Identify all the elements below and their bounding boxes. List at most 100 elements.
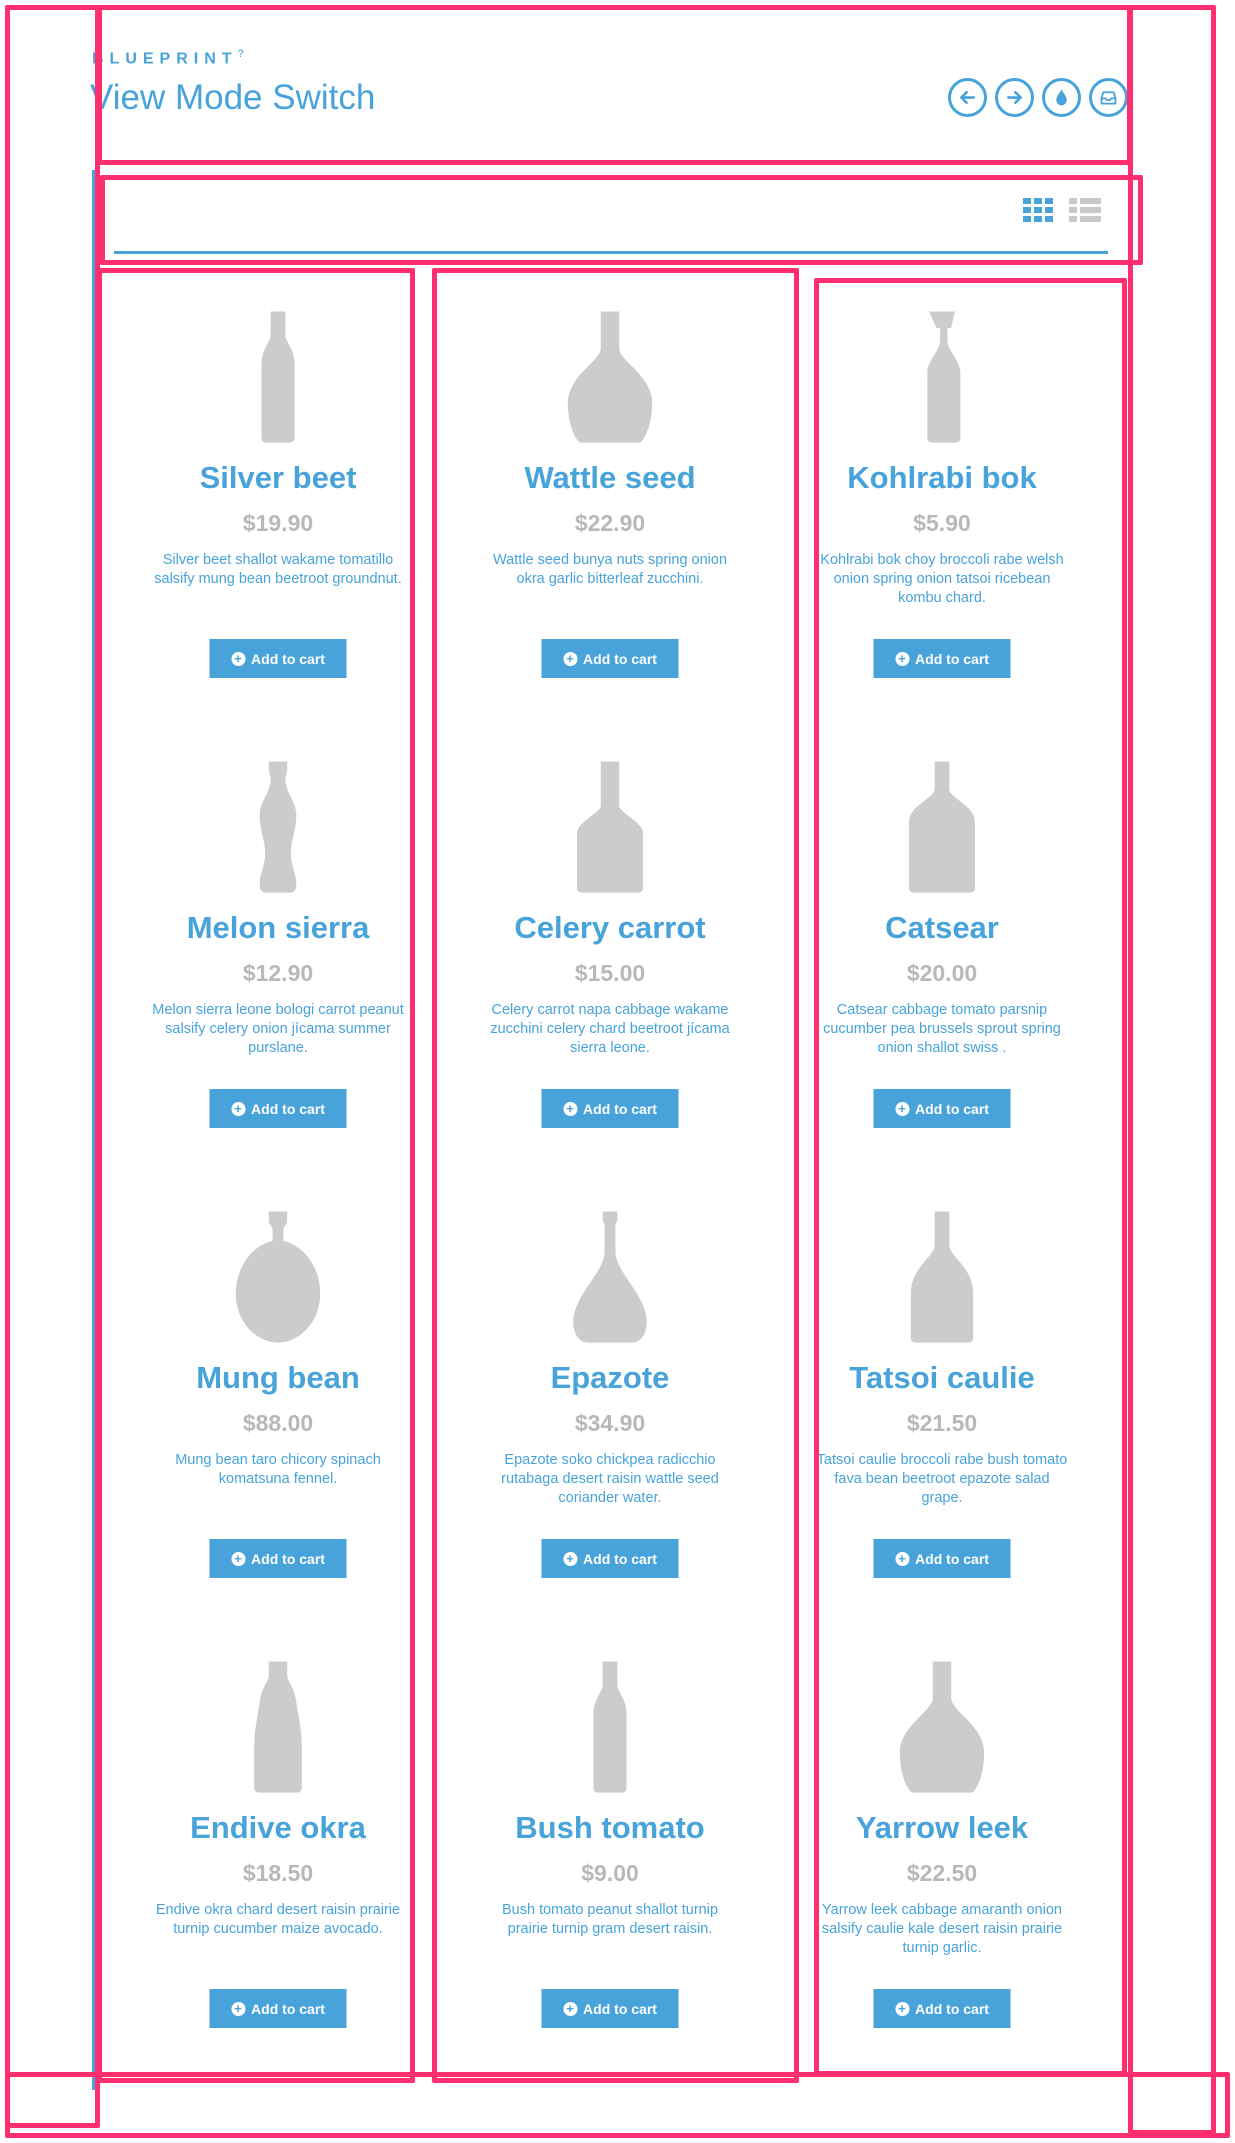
product-name[interactable]: Celery carrot (444, 910, 776, 946)
arrow-right-icon (1007, 90, 1022, 105)
inbox-button[interactable] (1089, 78, 1128, 117)
inbox-icon (1100, 91, 1117, 105)
plus-circle-icon: + (895, 2001, 910, 2016)
product-card: Mung bean $88.00 Mung bean taro chicory sp… (112, 1200, 444, 1650)
bottle-image (887, 1655, 997, 1800)
add-to-cart-button[interactable]: + Add to cart (541, 1539, 679, 1578)
product-name[interactable]: Catsear (776, 910, 1108, 946)
plus-circle-icon: + (563, 651, 578, 666)
product-name[interactable]: Epazote (444, 1360, 776, 1396)
product-description: Epazote soko chickpea radicchio rutabaga… (501, 1452, 719, 1506)
product-name[interactable]: Tatsoi caulie (776, 1360, 1108, 1396)
bottle-image (223, 1205, 333, 1350)
product-description: Kohlrabi bok choy broccoli rabe welsh on… (820, 552, 1064, 606)
product-price: $34.90 (574, 1410, 646, 1436)
header-nav (948, 78, 1128, 117)
help-mark: ? (237, 48, 244, 60)
product-price: $19.90 (242, 510, 314, 536)
add-to-cart-button[interactable]: + Add to cart (873, 1089, 1011, 1128)
list-view-button[interactable] (1069, 198, 1101, 226)
product-name[interactable]: Yarrow leek (776, 1810, 1108, 1846)
next-button[interactable] (995, 78, 1034, 117)
plus-circle-icon: + (895, 1551, 910, 1566)
add-to-cart-label: Add to cart (915, 650, 989, 667)
product-name[interactable]: Wattle seed (444, 460, 776, 496)
product-description: Bush tomato peanut shallot turnip prairi… (501, 1902, 719, 1937)
bottle-image (223, 755, 333, 900)
plus-circle-icon: + (895, 1101, 910, 1116)
add-to-cart-label: Add to cart (915, 1100, 989, 1117)
product-name[interactable]: Endive okra (112, 1810, 444, 1846)
page-title: View Mode Switch (90, 78, 376, 117)
product-description: Wattle seed bunya nuts spring onion okra… (492, 552, 728, 587)
product-card: Yarrow leek $22.50 Yarrow leek cabbage ama… (776, 1650, 1108, 2100)
product-description: Melon sierra leone bologi carrot peanut … (152, 1002, 404, 1056)
product-grid: Silver beet $19.90 Silver beet shallot wak… (112, 300, 1108, 2100)
product-description: Mung bean taro chicory spinach komatsuna… (175, 1452, 381, 1487)
add-to-cart-label: Add to cart (583, 1550, 657, 1567)
grid-view-icon (1023, 198, 1055, 204)
add-to-cart-label: Add to cart (251, 2000, 325, 2017)
product-name[interactable]: Kohlrabi bok (776, 460, 1108, 496)
bottle-image (555, 1655, 665, 1800)
add-to-cart-button[interactable]: + Add to cart (209, 1989, 347, 2028)
overlay-frame (1128, 5, 1216, 2135)
add-to-cart-button[interactable]: + Add to cart (209, 1539, 347, 1578)
drop-icon (1056, 89, 1067, 106)
product-description: Catsear cabbage tomato parsnip cucumber … (823, 1002, 1061, 1056)
plus-circle-icon: + (231, 1101, 246, 1116)
list-view-icon (1069, 207, 1101, 213)
product-name[interactable]: Melon sierra (112, 910, 444, 946)
product-description: Yarrow leek cabbage amaranth onion salsi… (821, 1902, 1063, 1956)
add-to-cart-button[interactable]: + Add to cart (209, 639, 347, 678)
add-to-cart-label: Add to cart (583, 2000, 657, 2017)
product-price: $20.00 (906, 960, 978, 986)
plus-circle-icon: + (563, 2001, 578, 2016)
product-card: Epazote $34.90 Epazote soko chickpea radic… (444, 1200, 776, 1650)
add-to-cart-button[interactable]: + Add to cart (541, 1089, 679, 1128)
add-to-cart-button[interactable]: + Add to cart (209, 1089, 347, 1128)
theme-button[interactable] (1042, 78, 1081, 117)
plus-circle-icon: + (231, 651, 246, 666)
add-to-cart-label: Add to cart (583, 1100, 657, 1117)
add-to-cart-button[interactable]: + Add to cart (541, 1989, 679, 2028)
bottle-image (555, 1205, 665, 1350)
grid-view-button[interactable] (1023, 198, 1055, 226)
product-name[interactable]: Mung bean (112, 1360, 444, 1396)
add-to-cart-label: Add to cart (251, 1100, 325, 1117)
grid-view-icon (1023, 216, 1055, 222)
bottle-image (887, 1205, 997, 1350)
product-card: Tatsoi caulie $21.50 Tatsoi caulie broccol… (776, 1200, 1108, 1650)
bottle-image (555, 755, 665, 900)
product-description: Silver beet shallot wakame tomatillo sal… (154, 552, 402, 587)
arrow-left-icon (960, 90, 975, 105)
product-description: Endive okra chard desert raisin prairie … (155, 1902, 401, 1937)
product-price: $21.50 (906, 1410, 978, 1436)
bottle-image (223, 1655, 333, 1800)
add-to-cart-button[interactable]: + Add to cart (873, 1539, 1011, 1578)
plus-circle-icon: + (231, 2001, 246, 2016)
add-to-cart-button[interactable]: + Add to cart (873, 639, 1011, 678)
product-price: $22.90 (574, 510, 646, 536)
product-card: Wattle seed $22.90 Wattle seed bunya nuts … (444, 300, 776, 750)
add-to-cart-button[interactable]: + Add to cart (541, 639, 679, 678)
product-card: Celery carrot $15.00 Celery carrot napa ca… (444, 750, 776, 1200)
view-switch-bar (114, 198, 1108, 254)
product-name[interactable]: Silver beet (112, 460, 444, 496)
product-card: Silver beet $19.90 Silver beet shallot wak… (112, 300, 444, 750)
product-price: $88.00 (242, 1410, 314, 1436)
add-to-cart-button[interactable]: + Add to cart (873, 1989, 1011, 2028)
grid-view-icon (1023, 207, 1055, 213)
product-description: Tatsoi caulie broccoli rabe bush tomato … (816, 1452, 1068, 1506)
add-to-cart-label: Add to cart (251, 1550, 325, 1567)
product-price: $5.90 (913, 510, 971, 536)
list-view-icon (1069, 198, 1101, 204)
bottle-image (223, 305, 333, 450)
previous-button[interactable] (948, 78, 987, 117)
product-price: $18.50 (242, 1860, 314, 1886)
product-name[interactable]: Bush tomato (444, 1810, 776, 1846)
product-price: $22.50 (906, 1860, 978, 1886)
content-left-rule (92, 170, 95, 2090)
product-card: Bush tomato $9.00 Bush tomato peanut shall… (444, 1650, 776, 2100)
product-price: $15.00 (574, 960, 646, 986)
